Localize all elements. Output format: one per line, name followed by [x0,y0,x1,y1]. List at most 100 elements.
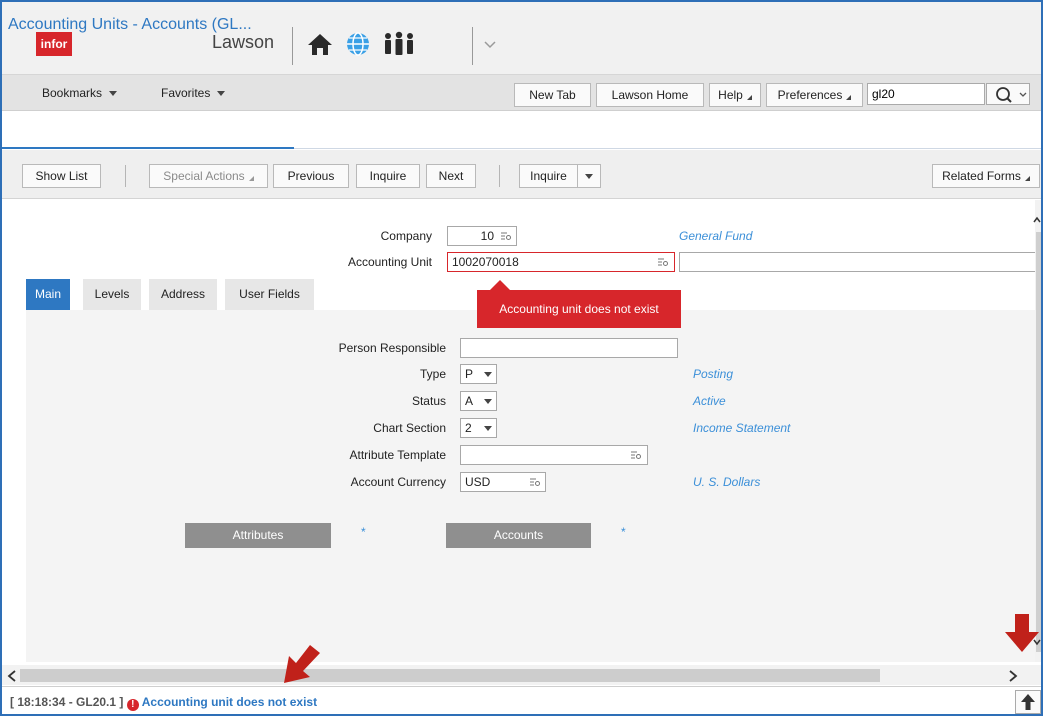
company-value: 10 [480,229,494,243]
toolbar-divider [125,165,126,187]
type-value: P [465,367,474,381]
related-forms-menu[interactable]: Related Forms [932,164,1040,188]
account-currency-value: USD [465,475,491,489]
search-input[interactable] [867,83,985,105]
app-title: Lawson [212,32,275,52]
scroll-up-icon[interactable] [1033,215,1041,225]
scroll-to-top-button[interactable] [1015,690,1041,714]
error-tooltip: Accounting unit does not exist [477,290,681,328]
status-description: Active [693,394,726,408]
favorites-label: Favorites [161,86,211,100]
top-header [2,2,1041,75]
inquire-dropdown-toggle[interactable] [577,164,601,188]
corner-caret-icon [846,95,852,100]
header-divider [292,27,293,65]
bookmarks-label: Bookmarks [42,86,103,100]
lawson-home-button[interactable]: Lawson Home [596,83,704,107]
active-form-indicator [2,147,294,149]
arrow-up-icon [1021,694,1035,710]
caret-down-icon [585,174,593,180]
preferences-menu[interactable]: Preferences [766,83,863,107]
preferences-label: Preferences [777,88,843,102]
status-message[interactable]: Accounting unit does not exist [142,695,317,709]
form-title-bar [2,112,1041,149]
chart-section-select[interactable]: 2 [460,418,497,438]
tab-main[interactable]: Main [26,279,70,310]
annotation-arrow-diagonal-icon [284,645,320,683]
tab-user-fields[interactable]: User Fields [225,279,314,310]
header-divider [472,27,473,65]
lookup-icon[interactable] [657,257,669,267]
special-actions-menu[interactable]: Special Actions [149,164,268,188]
scroll-right-icon[interactable] [1007,669,1019,683]
search-button[interactable] [986,83,1030,105]
company-description: General Fund [679,229,753,243]
globe-icon[interactable] [344,30,372,58]
type-description: Posting [693,367,734,381]
new-tab-button[interactable]: New Tab [514,83,591,107]
chart-section-value: 2 [465,421,472,435]
account-currency-description: U. S. Dollars [693,475,761,489]
company-label: Company [380,229,432,243]
account-currency-label: Account Currency [350,475,446,489]
caret-down-icon [484,372,492,377]
status-prefix: [ 18:18:34 - GL20.1 ] [10,695,124,709]
accounting-unit-value: 1002070018 [452,255,519,269]
attribute-template-field[interactable] [460,445,648,465]
caret-down-icon [109,91,118,97]
inquire-action-button[interactable]: Inquire [519,164,578,188]
type-select[interactable]: P [460,364,497,384]
caret-down-icon [217,91,226,97]
caret-down-icon [484,399,492,404]
help-menu[interactable]: Help [709,83,761,107]
search-icon [996,87,1027,103]
bookmarks-menu[interactable]: Bookmarks [42,86,118,100]
person-responsible-field[interactable] [460,338,678,358]
attributes-button[interactable]: Attributes [185,523,331,548]
people-icon[interactable] [382,30,416,58]
corner-caret-icon [1024,176,1030,181]
chevron-down-icon[interactable] [482,30,498,58]
attribute-template-label: Attribute Template [349,448,447,462]
help-label: Help [718,88,743,102]
home-icon[interactable] [306,30,334,58]
previous-button[interactable]: Previous [273,164,349,188]
status-text: [ 18:18:34 - GL20.1 ] ! Accounting unit d… [10,695,317,711]
type-label: Type [419,367,446,381]
inquire-button[interactable]: Inquire [356,164,420,188]
infor-logo: infor [36,32,72,56]
tab-address[interactable]: Address [149,279,217,310]
annotation-arrow-down-icon [1005,614,1039,652]
lookup-icon[interactable] [529,477,541,487]
status-select[interactable]: A [460,391,497,411]
attributes-marker: * [361,525,366,539]
status-value: A [465,394,474,408]
tab-levels[interactable]: Levels [83,279,141,310]
show-list-button[interactable]: Show List [22,164,101,188]
corner-caret-icon [248,176,254,181]
error-tooltip-arrow [490,280,510,290]
chart-section-label: Chart Section [373,421,446,435]
app-window: infor Lawson Bookmarks Favorites New Tab… [0,0,1043,716]
corner-caret-icon [746,95,752,100]
form-title-tab[interactable]: Accounting Units - Accounts (GL... [8,16,252,34]
accounts-button[interactable]: Accounts [446,523,591,548]
error-icon: ! [126,699,139,711]
accounting-unit-label: Accounting Unit [347,255,432,269]
horizontal-scroll-thumb[interactable] [20,669,880,682]
favorites-menu[interactable]: Favorites [161,86,226,100]
toolbar-divider [499,165,500,187]
caret-down-icon [484,426,492,431]
person-responsible-label: Person Responsible [338,341,446,355]
scroll-left-icon[interactable] [6,669,18,683]
status-label: Status [411,394,446,408]
accounting-unit-description-field[interactable] [679,252,1037,272]
next-button[interactable]: Next [426,164,476,188]
lookup-icon[interactable] [630,450,642,460]
accounting-unit-field[interactable]: 1002070018 [447,252,675,272]
related-forms-label: Related Forms [942,169,1021,183]
lookup-icon[interactable] [500,231,512,241]
chart-section-description: Income Statement [693,421,791,435]
accounts-marker: * [621,525,626,539]
vertical-scroll-thumb[interactable] [1036,232,1041,652]
